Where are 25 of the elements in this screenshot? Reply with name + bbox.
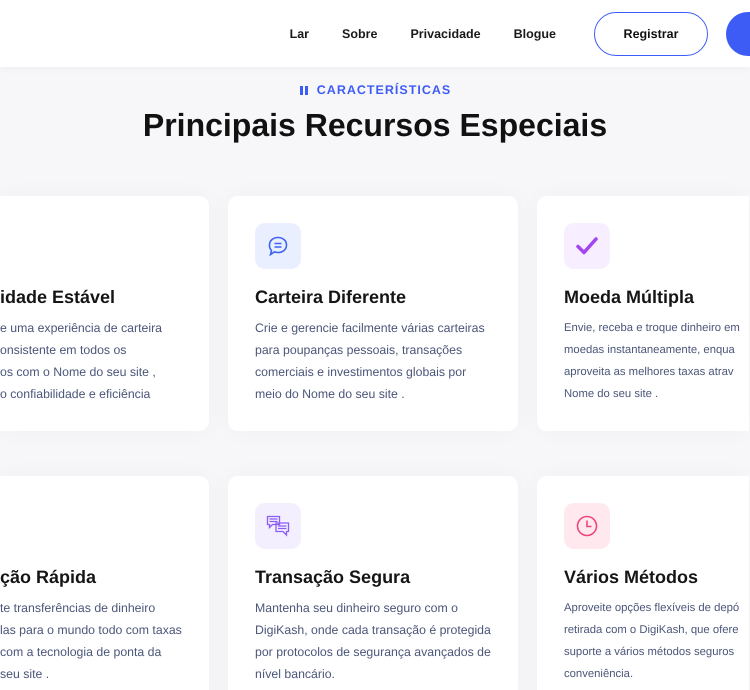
feature-description: Aproveite opções flexíveis de depó retirada com o DigiKash, que ofere suporte a vários métodos seguros conveniência. <box>564 601 740 682</box>
checkmark-icon <box>575 236 599 256</box>
chat-bubbles-icon <box>266 515 290 537</box>
feature-description: Crie e gerencie facilmente várias carteiras para poupanças pessoais, transações comerciais e investimentos globais por meio do Nome do seu site . <box>255 320 486 403</box>
register-button[interactable]: Registrar <box>594 12 708 56</box>
primary-button[interactable] <box>726 12 750 56</box>
nav-link[interactable]: Sobre <box>342 26 378 40</box>
feature-description: e uma experiência de carteira onsistente em todos os os com o Nome do seu site , o confiabilidade e eficiência <box>0 320 163 403</box>
feature-title: Transação Segura <box>255 567 412 588</box>
feature-title: Carteira Diferente <box>255 287 408 308</box>
section-title: Principais Recursos Especiais <box>142 107 608 144</box>
chat-bubble-icon <box>266 234 290 258</box>
feature-description: Mantenha seu dinheiro seguro com o DigiKash, onde cada transação é protegida por protocolos de segurança avançados de nível bancário. <box>255 600 492 683</box>
feature-title: Vários Métodos <box>564 567 700 588</box>
nav-link[interactable]: Lar <box>290 26 310 40</box>
feature-title: Moeda Múltipla <box>564 287 696 308</box>
feature-title: idade Estável <box>0 287 116 308</box>
nav-link[interactable]: Privacidade <box>410 26 481 40</box>
feature-description: Envie, receba e troque dinheiro em moedas instantaneamente, enqua aproveita as melhores taxas atrav Nome do seu site . <box>564 321 741 402</box>
feature-title: ção Rápida <box>0 567 98 588</box>
bars-icon <box>298 86 309 94</box>
section-eyebrow: CARACTERÍSTICAS <box>316 83 452 97</box>
nav-link[interactable]: Blogue <box>514 26 556 40</box>
clock-icon <box>575 514 599 538</box>
feature-description: te transferências de dinheiro las para o mundo todo com taxas com a tecnologia de ponta da seu site . <box>0 600 183 683</box>
